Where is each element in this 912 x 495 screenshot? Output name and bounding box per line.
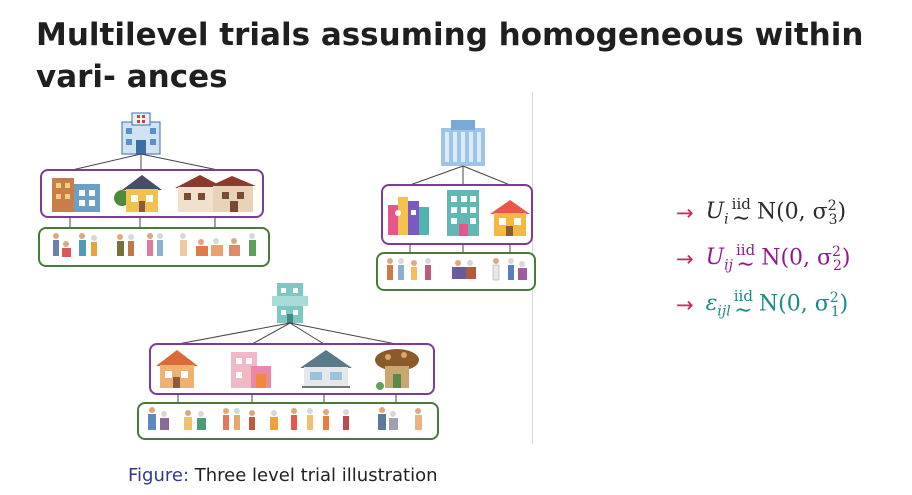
iid-symbol: iid ∼: [735, 240, 756, 277]
eq-var: ε: [705, 290, 718, 316]
iid-symbol: iid ∼: [731, 194, 751, 231]
equation-level1: → εijl iid ∼ N(0, σ21): [676, 286, 849, 323]
hospital-icon-a: [121, 112, 161, 155]
figure-caption: Figure: Three level trial illustration: [128, 465, 438, 486]
arrow-icon: →: [676, 201, 694, 225]
eq-sub: i: [724, 211, 729, 228]
cluster-a: [38, 112, 270, 267]
eq-dist: N(0, σ: [761, 245, 833, 271]
iid-symbol: iid ∼: [733, 286, 753, 323]
equation-level2: → Uij iid ∼ N(0, σ22): [676, 240, 851, 277]
cluster-c: [137, 283, 439, 440]
arrow-icon: →: [676, 293, 694, 317]
eq-dist: N(0, σ: [756, 199, 828, 225]
cluster-b: [376, 120, 536, 291]
clinic-icon-c: [272, 283, 308, 323]
eq-sub: ijl: [717, 303, 731, 320]
eq-sub: ij: [724, 257, 733, 274]
equation-level3: → Ui iid ∼ N(0, σ23): [676, 194, 847, 231]
caption-label: Figure:: [128, 465, 190, 486]
eq-var: U: [705, 244, 725, 270]
apartment-icon-b2: [447, 190, 479, 236]
office-building-icon-b: [441, 120, 485, 166]
eq-dist: N(0, σ: [758, 291, 830, 317]
caption-text: Three level trial illustration: [194, 465, 438, 486]
arrow-icon: →: [676, 247, 694, 271]
eq-var: U: [705, 198, 725, 224]
